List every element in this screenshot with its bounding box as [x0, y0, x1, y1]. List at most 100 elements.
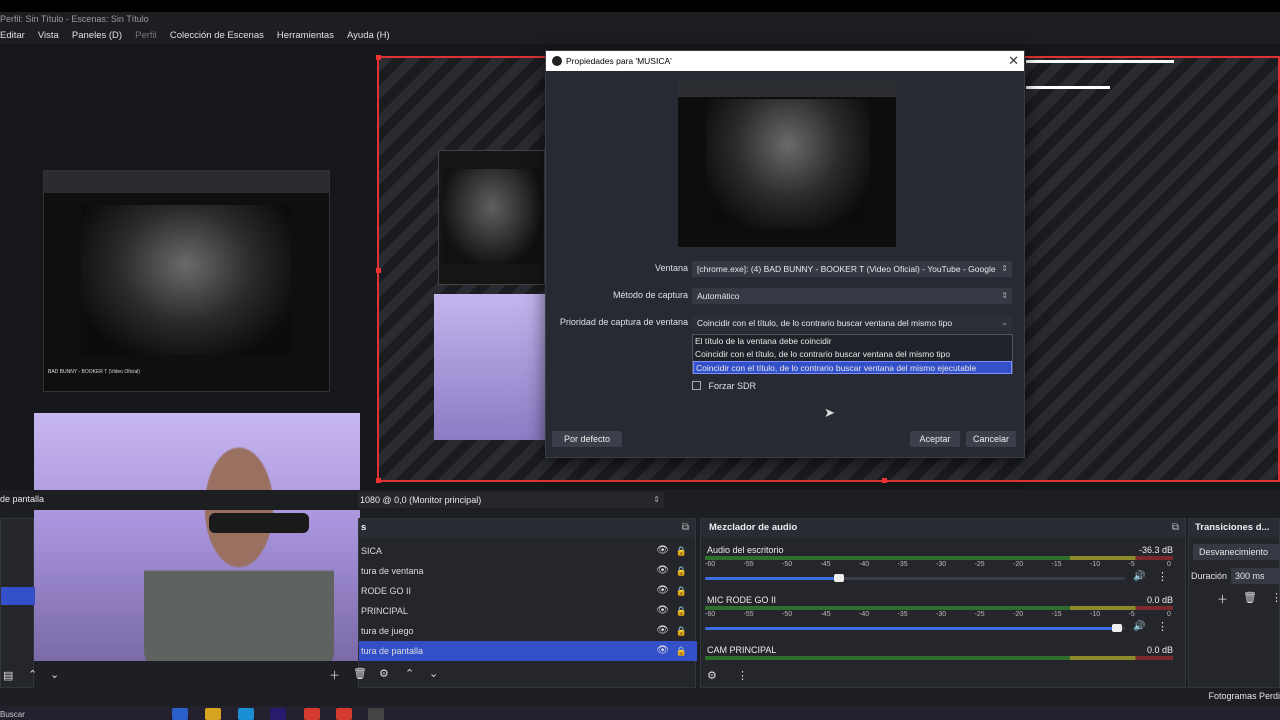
updown-icon: ⇕	[1001, 264, 1008, 273]
ok-button[interactable]: Aceptar	[910, 431, 960, 447]
scale-tick: -60	[705, 561, 716, 568]
duration-input[interactable]: 300 ms	[1231, 568, 1280, 584]
obs-icon	[552, 56, 562, 66]
eye-icon[interactable]: 👁	[656, 601, 669, 621]
speaker-icon[interactable]: 🔊	[1133, 621, 1145, 632]
gear-icon[interactable]: ⚙	[379, 667, 389, 680]
up-arrow-icon[interactable]: ⌃	[405, 667, 414, 680]
lock-icon[interactable]: 🔒	[676, 601, 687, 621]
lock-icon[interactable]: 🔒	[676, 561, 687, 581]
browser-capture-preview[interactable]: BAD BUNNY - BOOKER T (Video Oficial)	[43, 170, 330, 392]
add-icon[interactable]: ＋	[1217, 591, 1228, 607]
down-arrow-icon[interactable]: ⌄	[50, 668, 59, 681]
more-icon[interactable]: ⋮	[737, 669, 748, 682]
title-bar: Perfil: Sin Título - Escenas: Sin Título	[0, 0, 1280, 28]
scale-tick: -40	[859, 611, 870, 618]
scale-tick: -30	[936, 611, 947, 618]
channel-db: 0.0 dB	[1146, 595, 1173, 605]
speaker-icon[interactable]: 🔊	[1133, 571, 1145, 582]
volume-slider[interactable]	[705, 624, 1125, 632]
volume-slider[interactable]	[705, 574, 1125, 582]
premiere-icon[interactable]	[270, 708, 286, 720]
menu-coleccion-escenas[interactable]: Colección de Escenas	[170, 28, 264, 44]
eye-icon[interactable]: 👁	[656, 561, 669, 581]
menu-herramientas[interactable]: Herramientas	[277, 28, 334, 44]
scale-tick: -10	[1090, 611, 1101, 618]
lock-icon[interactable]: 🔒	[676, 641, 687, 661]
trash-icon[interactable]: 🗑	[353, 667, 367, 680]
capture-method-select[interactable]: Automático ⇕	[692, 288, 1012, 304]
priority-select[interactable]: Coincidir con el título, de lo contrario…	[692, 315, 1012, 331]
word-icon[interactable]	[172, 708, 188, 720]
scale-tick: -50	[782, 611, 793, 618]
chrome-icon[interactable]	[304, 708, 320, 720]
slider-handle[interactable]	[834, 574, 845, 582]
lock-icon[interactable]: 🔒	[676, 581, 687, 601]
channel-name: MIC RODE GO II	[707, 595, 777, 605]
resize-handle[interactable]	[376, 268, 381, 273]
scale-tick: -20	[1013, 561, 1024, 568]
resize-handle[interactable]	[376, 478, 381, 483]
menu-perfil[interactable]: Perfil	[135, 28, 157, 44]
cancel-button[interactable]: Cancelar	[966, 431, 1016, 447]
menu-paneles[interactable]: Paneles (D)	[72, 28, 122, 44]
resize-handle[interactable]	[376, 55, 381, 60]
capture-method-row: Método de captura Automático ⇕	[546, 288, 1026, 304]
properties-dialog: Propiedades para 'MUSICA' ✕ Ventana [chr…	[545, 50, 1025, 458]
menu-vista[interactable]: Vista	[38, 28, 59, 44]
capture-method-label: Método de captura	[612, 290, 688, 300]
transitions-header: Transiciones d...	[1189, 519, 1279, 537]
updown-icon: ⇕	[653, 495, 660, 504]
down-arrow-icon[interactable]: ⌄	[429, 667, 438, 680]
source-item[interactable]: SICA 👁 🔒	[359, 541, 697, 561]
webcam-source[interactable]	[34, 413, 360, 661]
undock-icon[interactable]: ⧉	[682, 519, 689, 537]
menu-ayuda[interactable]: Ayuda (H)	[347, 28, 390, 44]
lock-icon[interactable]: 🔒	[676, 541, 687, 561]
checkbox-icon[interactable]	[692, 381, 701, 390]
chrome-icon[interactable]	[336, 708, 352, 720]
add-icon[interactable]: ＋	[329, 667, 340, 683]
obs-icon[interactable]	[368, 708, 384, 720]
defaults-button[interactable]: Por defecto	[552, 431, 622, 447]
resize-handle[interactable]	[882, 478, 887, 483]
more-icon[interactable]: ⋮	[1157, 570, 1168, 583]
close-icon[interactable]: ✕	[1008, 51, 1019, 71]
filter-icon[interactable]: ▤	[3, 669, 13, 682]
up-arrow-icon[interactable]: ⌃	[28, 668, 37, 681]
nested-preview-video	[438, 150, 545, 285]
scene-item-selected[interactable]	[1, 587, 35, 605]
folder-icon[interactable]	[205, 708, 221, 720]
advanced-audio-icon[interactable]: ⚙	[707, 669, 717, 682]
transition-select[interactable]: Desvanecimiento	[1193, 544, 1280, 560]
source-item[interactable]: tura de juego 👁 🔒	[359, 621, 697, 641]
source-item[interactable]: RODE GO II 👁 🔒	[359, 581, 697, 601]
window-select[interactable]: [chrome.exe]: (4) BAD BUNNY - BOOKER T (…	[692, 261, 1012, 277]
lock-icon[interactable]: 🔒	[676, 621, 687, 641]
eye-icon[interactable]: 👁	[656, 541, 669, 561]
scale-tick: -40	[859, 561, 870, 568]
more-icon[interactable]: ⋮	[1271, 591, 1280, 604]
source-type-label: de pantalla	[0, 494, 45, 504]
taskbar-search[interactable]: Buscar	[0, 710, 25, 719]
source-item[interactable]: PRINCIPAL 👁 🔒	[359, 601, 697, 621]
eye-icon[interactable]: 👁	[656, 581, 669, 601]
menu-editar[interactable]: Editar	[0, 28, 25, 44]
eye-icon[interactable]: 👁	[656, 641, 669, 661]
force-sdr-checkbox[interactable]: Forzar SDR	[692, 381, 756, 391]
trash-icon[interactable]: 🗑	[1243, 591, 1257, 604]
undock-icon[interactable]: ⧉	[1172, 519, 1179, 537]
priority-option[interactable]: Coincidir con el título, de lo contrario…	[693, 348, 1012, 361]
display-select[interactable]: 1080 @ 0,0 (Monitor principal) ⇕	[358, 492, 664, 508]
sources-header: s ⧉	[359, 519, 695, 537]
priority-option[interactable]: Coincidir con el título, de lo contrario…	[693, 361, 1012, 374]
eye-icon[interactable]: 👁	[656, 621, 669, 641]
scale-tick: -10	[1090, 561, 1101, 568]
source-item[interactable]: tura de ventana 👁 🔒	[359, 561, 697, 581]
more-icon[interactable]: ⋮	[1157, 620, 1168, 633]
window-title: Perfil: Sin Título - Escenas: Sin Título	[0, 14, 149, 24]
edge-icon[interactable]	[238, 708, 254, 720]
source-item[interactable]: tura de pantalla 👁 🔒	[359, 641, 697, 661]
slider-handle[interactable]	[1111, 624, 1122, 632]
priority-option[interactable]: El título de la ventana debe coincidir	[693, 335, 1012, 348]
